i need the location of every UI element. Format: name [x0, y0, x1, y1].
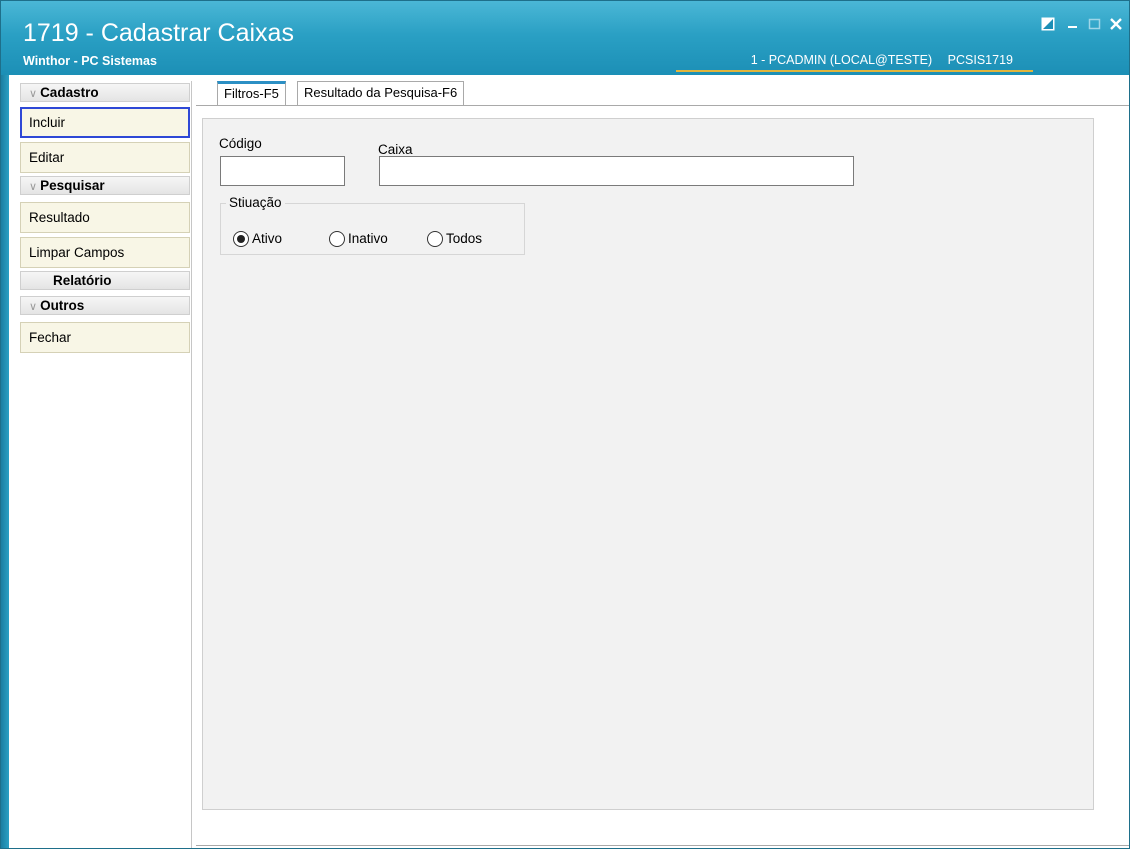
window-title: 1719 - Cadastrar Caixas [23, 19, 294, 47]
codigo-label: Código [219, 136, 262, 151]
radio-ativo-label: Ativo [252, 231, 283, 246]
chevron-down-icon: ∨ [29, 181, 38, 193]
codigo-input[interactable] [220, 156, 345, 186]
group-cadastro-label: Cadastro [40, 85, 99, 100]
close-icon[interactable] [1109, 17, 1123, 35]
filters-area: Código Caixa Stiuação Ativo Inativo Todo… [202, 118, 1094, 810]
user-info: 1 - PCADMIN (LOCAL@TESTE) PCSIS1719 [676, 53, 1033, 72]
sidebar: ∨ Cadastro Incluir Editar ∨ Pesquisar Resu… [15, 81, 192, 848]
radio-checked-icon [233, 231, 249, 247]
group-pesquisar[interactable]: ∨ Pesquisar [20, 176, 190, 195]
filters-panel: Código Caixa Stiuação Ativo Inativo Todo… [196, 105, 1129, 846]
main-content: Filtros-F5 Resultado da Pesquisa-F6 Códi… [196, 81, 1129, 848]
restore-icon[interactable] [1041, 17, 1055, 35]
fechar-button[interactable]: Fechar [20, 322, 190, 353]
caixa-label: Caixa [378, 142, 413, 157]
caixa-input[interactable] [379, 156, 854, 186]
minimize-icon[interactable] [1067, 15, 1079, 33]
radio-unchecked-icon [427, 231, 443, 247]
user-label: 1 - PCADMIN (LOCAL@TESTE) [750, 53, 933, 67]
tab-resultado-pesquisa[interactable]: Resultado da Pesquisa-F6 [297, 81, 465, 105]
title-bar: 1719 - Cadastrar Caixas Winthor - PC Sis… [1, 1, 1129, 75]
group-outros-label: Outros [40, 298, 85, 313]
app-window: 1719 - Cadastrar Caixas Winthor - PC Sis… [0, 0, 1130, 849]
chevron-down-icon: ∨ [29, 301, 38, 313]
radio-unchecked-icon [329, 231, 345, 247]
resultado-button[interactable]: Resultado [20, 202, 190, 233]
group-cadastro[interactable]: ∨ Cadastro [20, 83, 190, 102]
radio-inativo-label: Inativo [348, 231, 388, 246]
chevron-down-icon: ∨ [29, 88, 38, 100]
tab-filtros[interactable]: Filtros-F5 [217, 81, 286, 105]
group-relatorio[interactable]: Relatório [20, 271, 190, 290]
limpar-campos-button[interactable]: Limpar Campos [20, 237, 190, 268]
incluir-button[interactable]: Incluir [20, 107, 190, 138]
editar-button[interactable]: Editar [20, 142, 190, 173]
group-outros[interactable]: ∨ Outros [20, 296, 190, 315]
window-left-edge [1, 75, 9, 848]
routine-label: PCSIS1719 [947, 53, 1013, 67]
maximize-icon[interactable] [1088, 17, 1102, 35]
group-relatorio-label: Relatório [53, 273, 112, 288]
radio-todos-label: Todos [446, 231, 483, 246]
group-pesquisar-label: Pesquisar [40, 178, 105, 193]
window-subtitle: Winthor - PC Sistemas [23, 54, 157, 68]
situacao-label: Stiuação [226, 195, 285, 210]
